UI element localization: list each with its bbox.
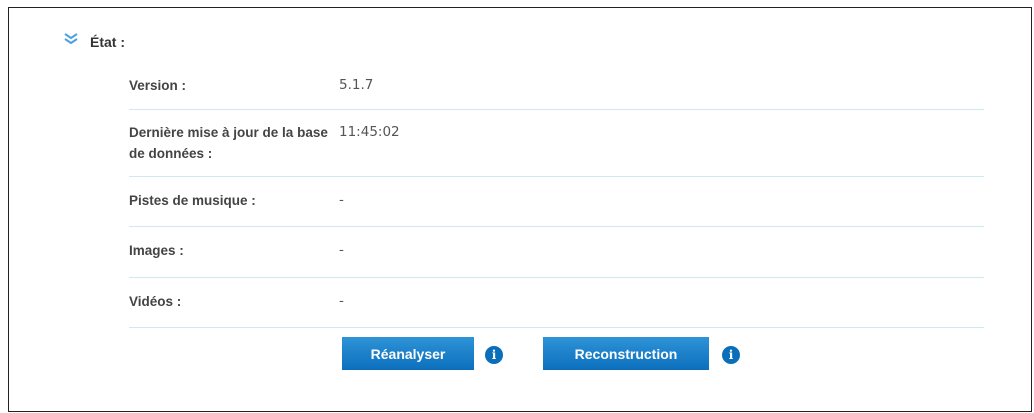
status-label: Vidéos :: [129, 294, 182, 309]
status-value: -: [339, 242, 344, 258]
status-table: Version : 5.1.7 Dernière mise à jour de …: [129, 66, 984, 328]
status-label: Version :: [129, 78, 187, 93]
action-bar: Réanalyser i Reconstruction i: [0, 337, 1034, 377]
rebuild-button[interactable]: Reconstruction: [543, 337, 709, 370]
status-value: 11:45:02: [339, 124, 400, 140]
status-label: Pistes de musique :: [129, 193, 256, 208]
status-row-videos: Vidéos : -: [129, 278, 984, 328]
status-value: 5.1.7: [339, 77, 374, 93]
status-row-images: Images : -: [129, 227, 984, 278]
section-title: État :: [90, 34, 125, 50]
status-value: -: [339, 293, 344, 309]
info-icon[interactable]: i: [722, 346, 740, 364]
rescan-button[interactable]: Réanalyser: [342, 337, 474, 370]
status-row-music-tracks: Pistes de musique : -: [129, 177, 984, 227]
status-label: Dernière mise à jour de la base de donné…: [129, 125, 328, 161]
chevron-down-icon[interactable]: [64, 33, 78, 45]
status-value: -: [339, 192, 344, 208]
info-icon[interactable]: i: [485, 346, 503, 364]
status-row-version: Version : 5.1.7: [129, 66, 984, 110]
status-section-header[interactable]: État :: [64, 32, 125, 52]
status-label: Images :: [129, 243, 184, 258]
status-row-last-update: Dernière mise à jour de la base de donné…: [129, 110, 984, 177]
